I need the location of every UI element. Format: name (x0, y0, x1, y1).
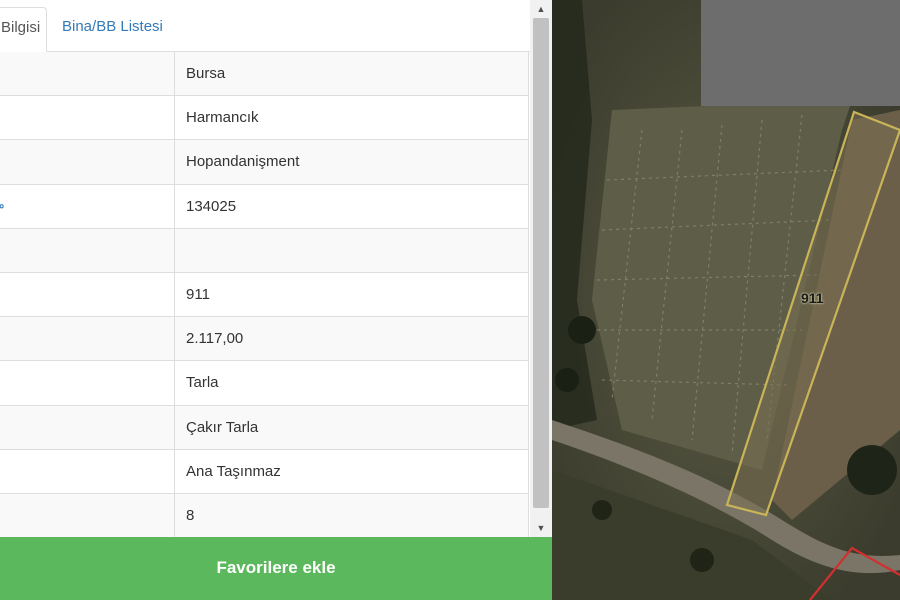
row-value: Hopandanişment (186, 153, 300, 171)
row-key (0, 405, 175, 449)
table-row (0, 228, 528, 273)
add-to-favorites-button[interactable]: Favorilere ekle (0, 537, 552, 600)
row-value: 2.117,00 (186, 330, 244, 348)
scroll-thumb[interactable] (533, 18, 549, 508)
table-row: 911 (0, 272, 528, 318)
scrollbar[interactable]: ▲ ▼ (530, 0, 552, 537)
row-value: Tarla (186, 374, 219, 392)
row-value: 911 (186, 285, 210, 303)
table-row: Bursa (0, 52, 528, 97)
row-value: 8 (186, 506, 195, 524)
row-value: Bursa (186, 65, 226, 82)
table-row: 2.117,00 (0, 317, 528, 362)
table-row: ⊸ 134025 (0, 184, 528, 229)
satellite-map[interactable]: 911 (552, 0, 900, 600)
row-value: Çakır Tarla (186, 418, 259, 436)
table-row: 8 (0, 493, 528, 539)
table-row: Ana Taşınmaz (0, 449, 528, 494)
tab-bar: Bilgisi Bina/BB Listesi (0, 0, 530, 52)
row-key (0, 361, 175, 405)
table-row: Tarla (0, 361, 528, 406)
tab-building-list[interactable]: Bina/BB Listesi (50, 7, 175, 52)
parcel-info-panel: Bilgisi Bina/BB Listesi Bursa Harmancık … (0, 0, 552, 600)
row-value: Harmancık (186, 109, 259, 127)
scroll-down-arrow-icon[interactable]: ▼ (530, 519, 552, 537)
row-key: y (0, 140, 175, 184)
row-key (0, 317, 175, 361)
table-row: Çakır Tarla (0, 405, 528, 450)
parcel-number-label[interactable]: 911 (801, 290, 824, 306)
row-key (0, 272, 175, 317)
row-value: 134025 (186, 197, 237, 215)
row-key (0, 493, 175, 538)
scroll-up-arrow-icon[interactable]: ▲ (530, 0, 552, 18)
table-row: y Hopandanişment (0, 140, 528, 185)
parcel-info-table: Bursa Harmancık y Hopandanişment ⊸ 13402… (0, 52, 529, 539)
map-gray-overlay (701, 0, 900, 106)
row-key (0, 449, 175, 493)
row-key (0, 52, 175, 96)
table-row: Harmancık (0, 96, 528, 141)
row-key (0, 228, 175, 272)
tab-parcel-info[interactable]: Bilgisi (0, 7, 47, 52)
row-key-link[interactable]: ⊸ (0, 184, 175, 228)
row-key (0, 96, 175, 140)
row-value: Ana Taşınmaz (186, 462, 281, 480)
